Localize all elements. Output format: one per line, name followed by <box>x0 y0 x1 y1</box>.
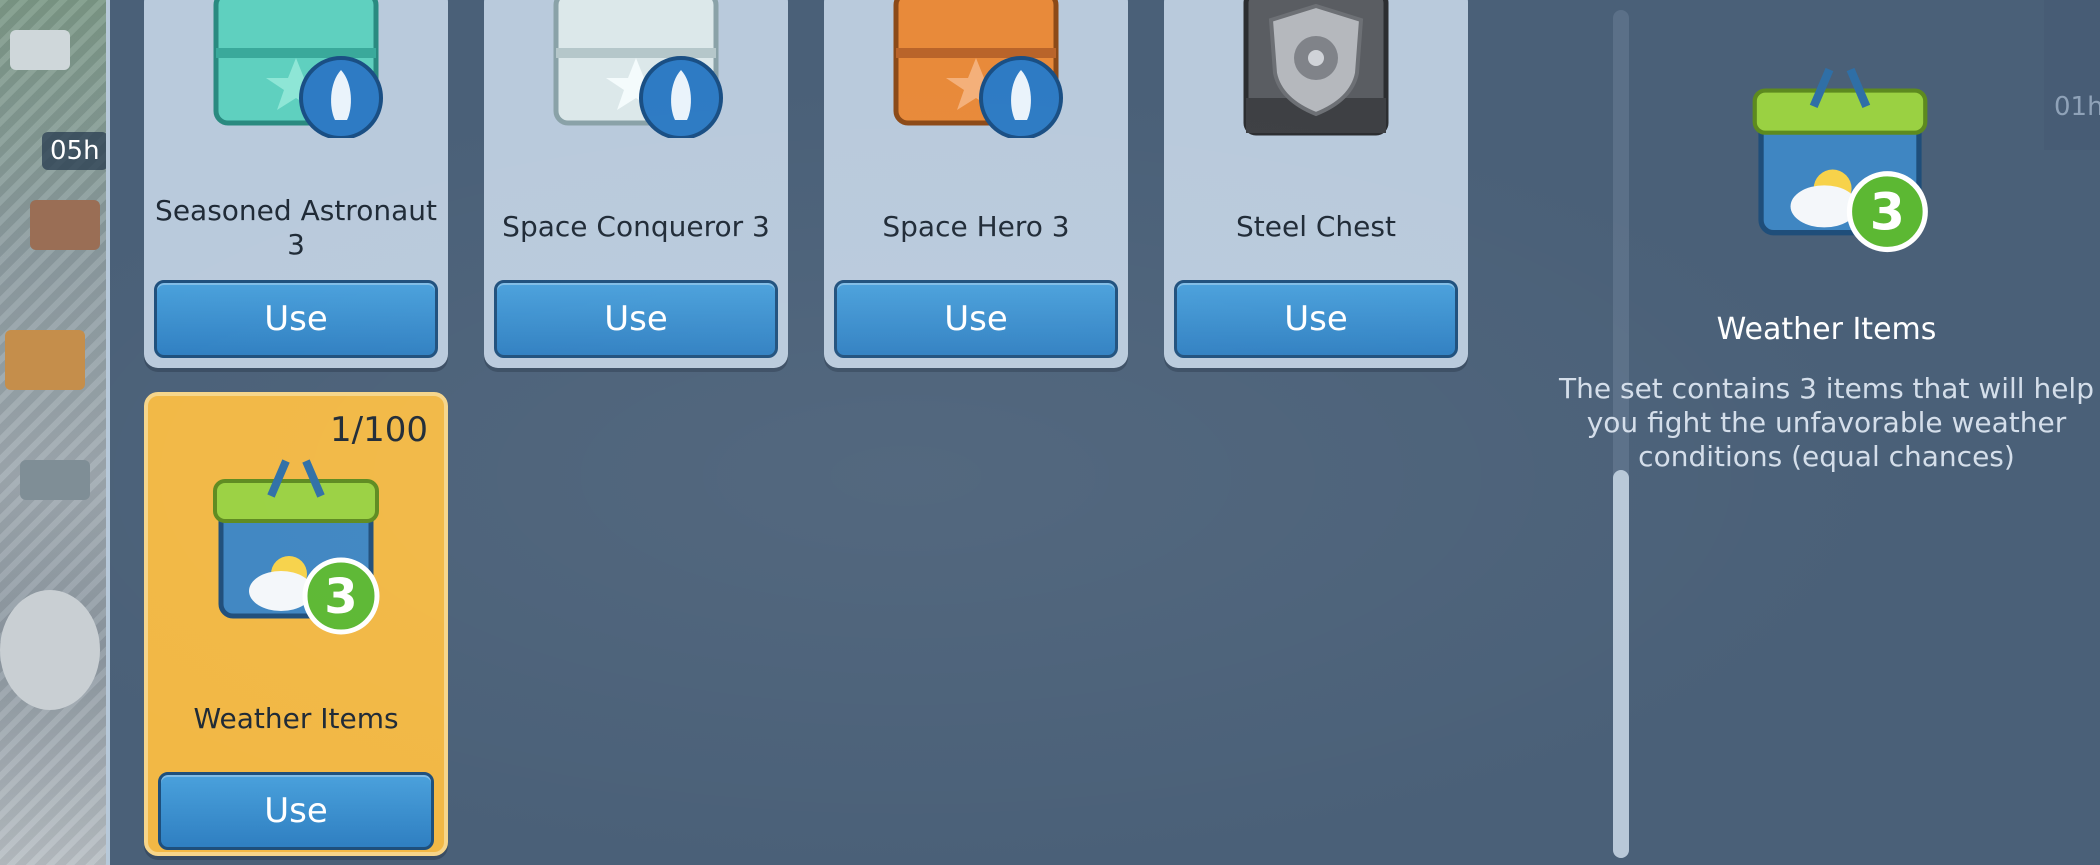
orange-chest-icon <box>881 0 1071 142</box>
item-card-space-conqueror[interactable]: Space Conqueror 3 Use <box>484 0 788 368</box>
steel-chest-icon <box>1221 0 1411 147</box>
use-button[interactable]: Use <box>494 280 778 358</box>
item-card-seasoned-astronaut[interactable]: Seasoned Astronaut 3 Use <box>144 0 448 368</box>
detail-badge: 3 <box>1870 183 1905 242</box>
item-name: Space Conqueror 3 <box>502 210 770 243</box>
teal-chest-icon <box>201 0 391 142</box>
item-card-steel-chest[interactable]: Steel Chest Use <box>1164 0 1468 368</box>
right-edge-timer: 01h <box>2044 0 2100 150</box>
item-card-space-hero[interactable]: Space Hero 3 Use <box>824 0 1128 368</box>
item-name: Space Hero 3 <box>882 210 1070 243</box>
scrollbar-thumb[interactable] <box>1613 470 1629 858</box>
item-name: Steel Chest <box>1236 210 1396 243</box>
use-button[interactable]: Use <box>158 772 434 850</box>
svg-text:3: 3 <box>324 569 357 625</box>
city-timer: 05h <box>42 132 108 170</box>
use-button[interactable]: Use <box>1174 280 1458 358</box>
item-card-weather-items[interactable]: 1/100 3 Weather Items Use <box>144 392 448 856</box>
background-city: 05h <box>0 0 108 865</box>
weather-chest-icon: 3 <box>201 456 391 640</box>
item-name: Seasoned Astronaut 3 <box>155 194 437 261</box>
detail-weather-chest-icon: 3 <box>1740 64 1940 258</box>
inventory-panel: Seasoned Astronaut 3 Use Space Conqueror… <box>106 0 2100 865</box>
use-button[interactable]: Use <box>154 280 438 358</box>
right-timer: 01h <box>2054 92 2100 122</box>
silver-chest-icon <box>541 0 731 142</box>
item-name: Weather Items <box>193 702 399 735</box>
detail-description: The set contains 3 items that will help … <box>1559 372 2094 473</box>
use-button[interactable]: Use <box>834 280 1118 358</box>
detail-title: Weather Items <box>1716 312 1937 347</box>
item-quantity: 1/100 <box>330 410 428 450</box>
